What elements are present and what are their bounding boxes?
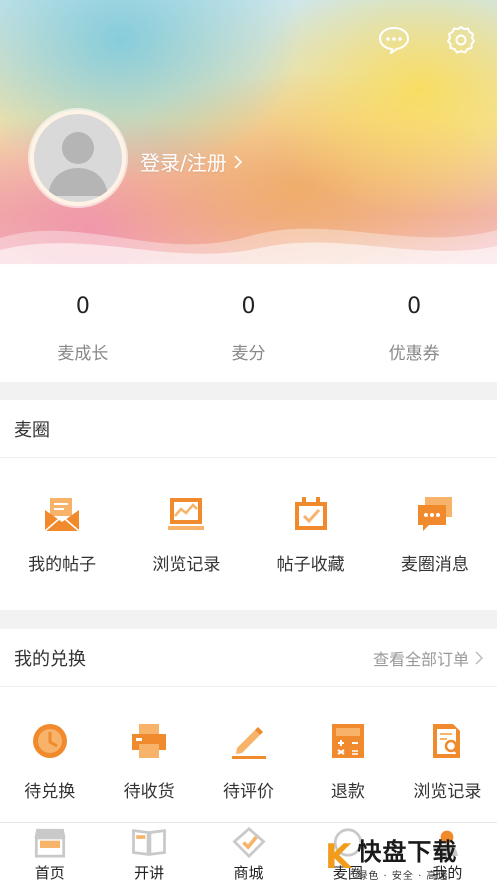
chevron-right-icon [475, 650, 483, 665]
item-label: 退款 [330, 782, 365, 802]
profile-page: 登录/注册 0 麦成长 0 麦分 0 优惠券 麦圈 我的帖子 浏览记录 帖子收藏… [0, 0, 497, 883]
pending-exchange-item[interactable]: 待兑换 [0, 721, 99, 802]
stat-points[interactable]: 0 麦分 [166, 268, 332, 382]
stat-label: 麦成长 [57, 344, 109, 364]
watermark: K 快盘下载 绿色 · 安全 · 高速 [325, 830, 497, 883]
exchange-browse-history-item[interactable]: 浏览记录 [398, 721, 497, 802]
stats-bar: 0 麦成长 0 麦分 0 优惠券 [0, 268, 497, 382]
post-mail-icon [44, 498, 80, 532]
tab-mall[interactable]: 商城 [199, 823, 298, 883]
item-label: 我的帖子 [28, 555, 97, 575]
message-bubble-icon [417, 497, 452, 531]
exchange-section: 我的兑换 查看全部订单 待兑换 待收货 待评价 退款 浏览记录 [0, 629, 497, 822]
avatar[interactable] [30, 110, 126, 206]
view-all-orders-label: 查看全部订单 [372, 649, 469, 669]
circle-section: 麦圈 我的帖子 浏览记录 帖子收藏 麦圈消息 [0, 400, 497, 610]
login-register-label: 登录/注册 [140, 151, 227, 175]
pen-icon [231, 727, 266, 759]
stat-value: 0 [241, 294, 256, 319]
pending-receipt-item[interactable]: 待收货 [99, 721, 198, 802]
exchange-grid: 待兑换 待收货 待评价 退款 浏览记录 [0, 687, 497, 802]
login-register-link[interactable]: 登录/注册 [140, 147, 243, 176]
settings-icon[interactable] [443, 22, 479, 58]
tab-lecture[interactable]: 开讲 [99, 823, 198, 883]
clock-icon [32, 724, 67, 758]
watermark-brand-char: K [325, 836, 352, 877]
favorite-post-icon [294, 497, 327, 530]
tag-icon [231, 827, 266, 858]
circle-grid: 我的帖子 浏览记录 帖子收藏 麦圈消息 [0, 458, 497, 575]
circle-section-header: 麦圈 [0, 400, 497, 458]
pending-review-item[interactable]: 待评价 [199, 721, 298, 802]
book-icon [132, 829, 166, 856]
calculator-icon [331, 724, 364, 758]
item-label: 浏览记录 [152, 555, 221, 575]
tab-label: 首页 [34, 864, 65, 882]
stat-value: 0 [75, 294, 90, 319]
circle-messages-item[interactable]: 麦圈消息 [373, 494, 497, 575]
default-user-icon [48, 132, 108, 196]
watermark-slogan: 绿色 · 安全 · 高速 [357, 870, 449, 882]
stat-coupons[interactable]: 0 优惠券 [331, 268, 497, 382]
tab-label: 开讲 [134, 864, 165, 882]
my-posts-item[interactable]: 我的帖子 [0, 494, 124, 575]
item-label: 帖子收藏 [276, 555, 345, 575]
refund-item[interactable]: 退款 [298, 721, 397, 802]
stat-label: 麦分 [231, 344, 266, 364]
item-label: 待收货 [123, 782, 175, 802]
item-label: 待兑换 [24, 782, 76, 802]
shop-icon [34, 828, 66, 858]
view-all-orders-link[interactable]: 查看全部订单 [373, 646, 483, 670]
favorite-posts-item[interactable]: 帖子收藏 [249, 494, 373, 575]
watermark-text: 快盘下载 绿色 · 安全 · 高速 [357, 832, 457, 882]
section-title: 我的兑换 [14, 648, 86, 670]
browse-history-icon [168, 498, 205, 530]
section-title: 麦圈 [14, 419, 50, 441]
exchange-section-header: 我的兑换 查看全部订单 [0, 629, 497, 687]
item-label: 待评价 [223, 782, 275, 802]
profile-header: 登录/注册 [0, 0, 497, 268]
printer-icon [132, 724, 167, 758]
watermark-title: 快盘下载 [357, 837, 458, 866]
stat-label: 优惠券 [388, 344, 440, 364]
stat-growth[interactable]: 0 麦成长 [0, 268, 166, 382]
document-search-icon [433, 724, 461, 758]
browse-history-item[interactable]: 浏览记录 [124, 494, 248, 575]
item-label: 浏览记录 [413, 782, 482, 802]
chevron-right-icon [234, 154, 242, 169]
tab-home[interactable]: 首页 [0, 823, 99, 883]
message-icon[interactable] [376, 22, 412, 58]
tab-label: 商城 [233, 864, 264, 882]
header-wave [0, 228, 497, 268]
stat-value: 0 [407, 294, 422, 319]
item-label: 麦圈消息 [400, 555, 469, 575]
